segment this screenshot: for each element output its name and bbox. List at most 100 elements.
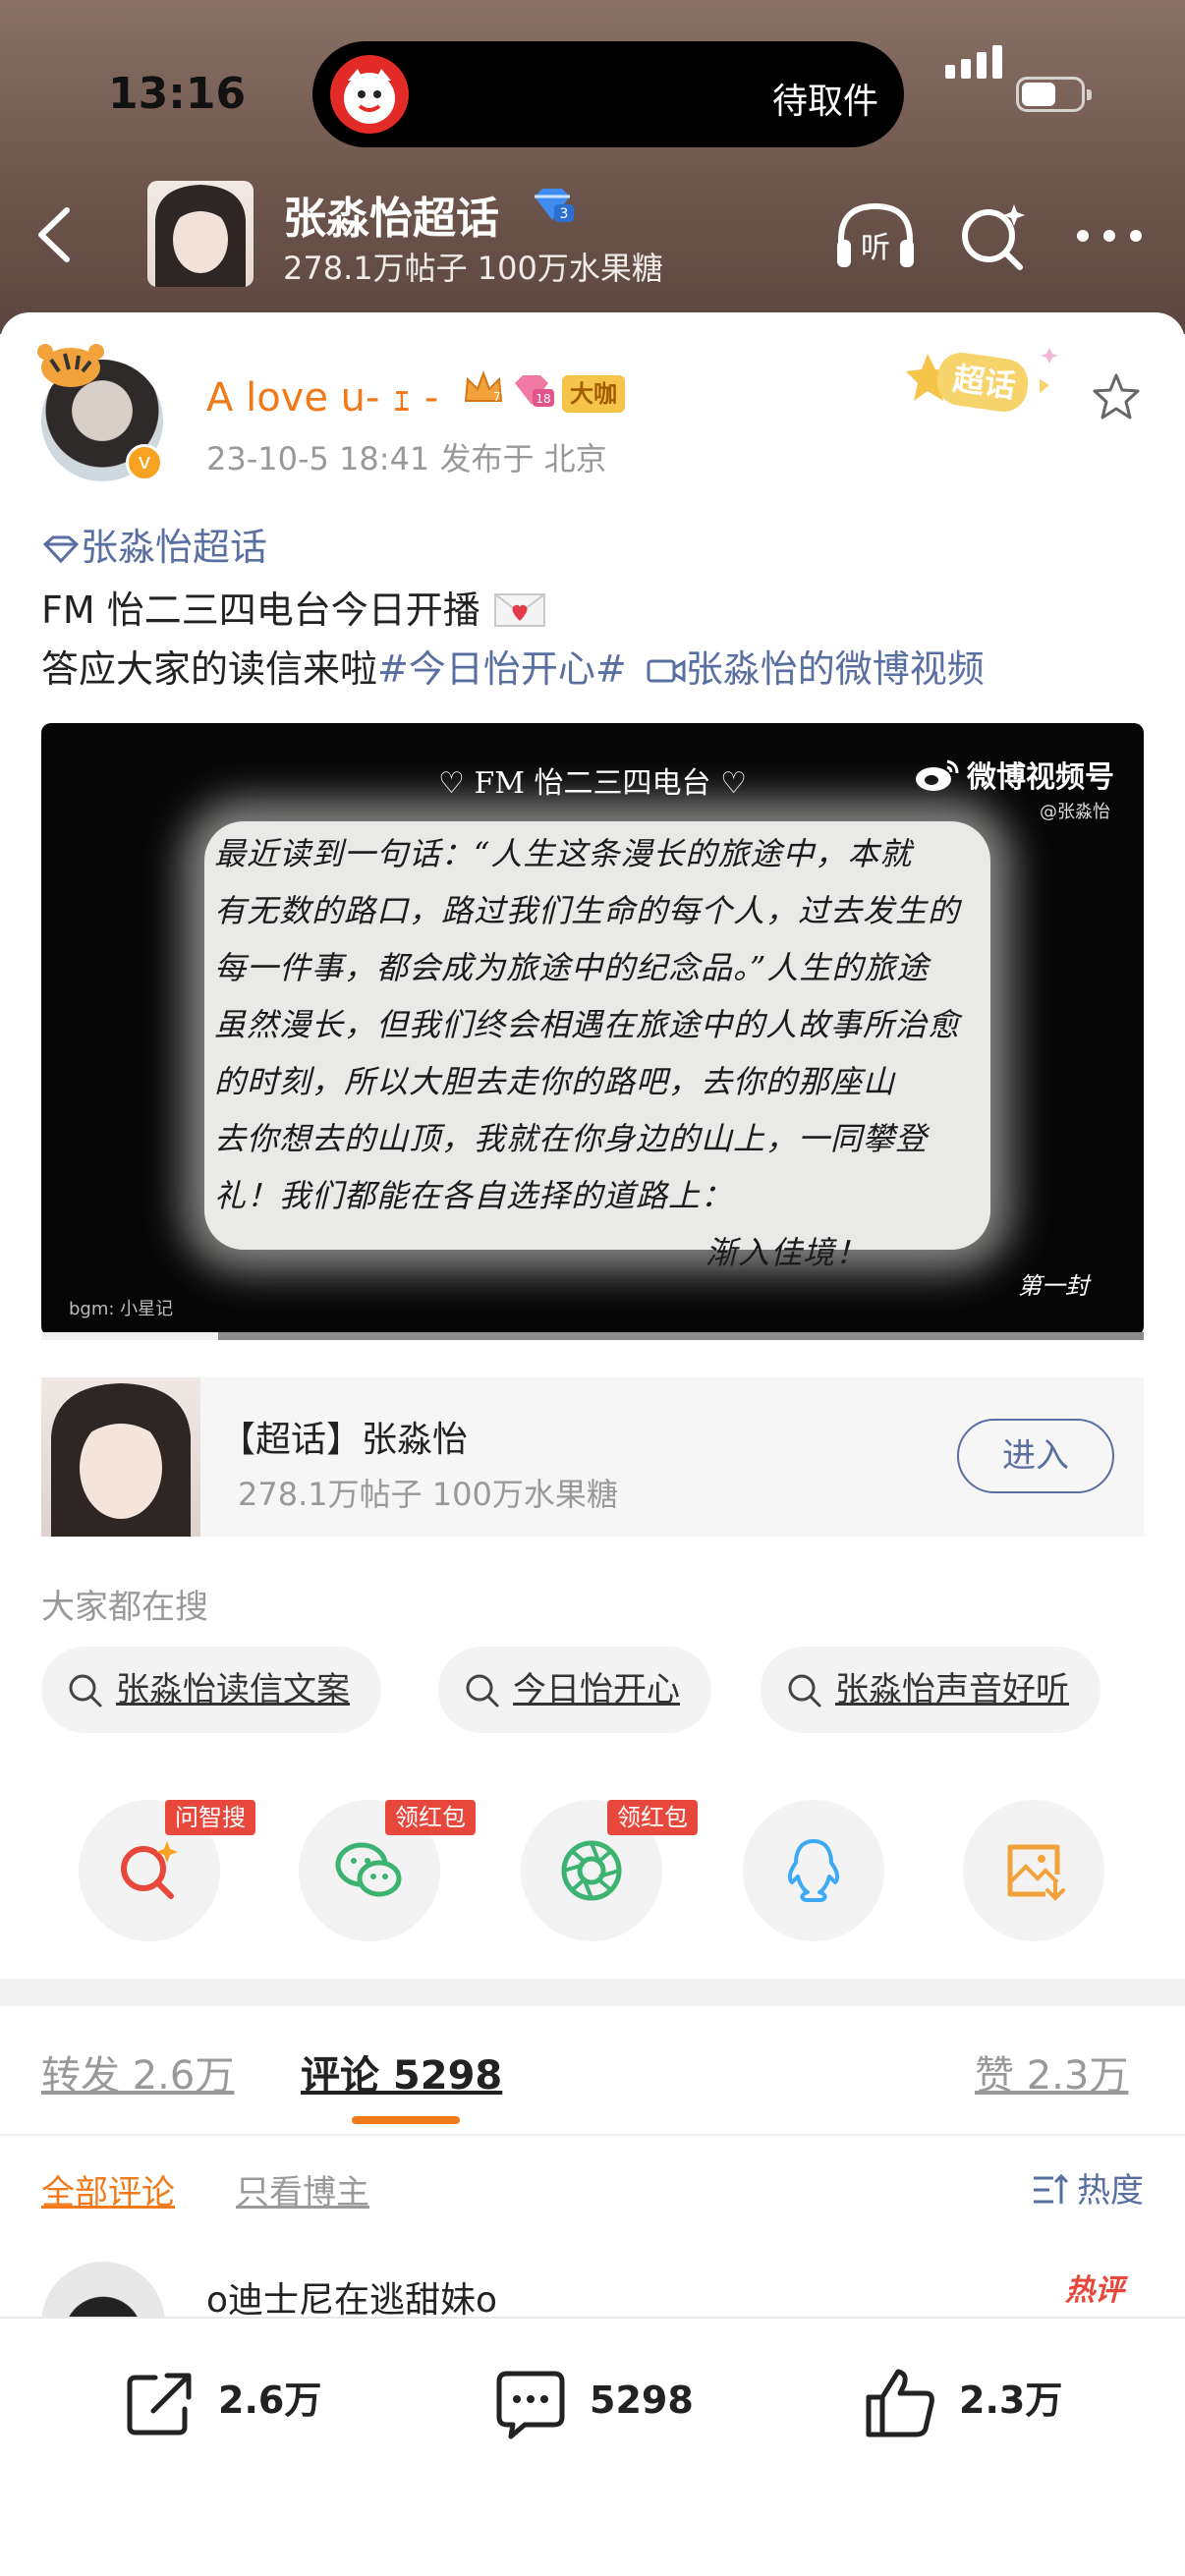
sort-icon — [1034, 2173, 1069, 2204]
video-player[interactable]: ♡ FM 怡二三四电台 ♡ 微博视频号 @张淼怡 最近读到一句话：“人生这条漫长… — [41, 723, 1144, 1336]
letter-line: 虽然漫长，但我们终会相遇在旅途中的人故事所治愈 — [214, 1006, 961, 1043]
video-sign-label: 第一封 — [1018, 1272, 1089, 1300]
verified-badge-icon: v — [126, 444, 163, 481]
video-camera-icon — [647, 659, 686, 683]
battery-icon — [1016, 77, 1092, 112]
love-letter-icon — [493, 593, 545, 627]
tiger-decoration-icon — [37, 344, 104, 387]
island-status-text: 待取件 — [771, 82, 878, 122]
hot-comment-badge: 热评 — [1065, 2273, 1124, 2308]
svg-text:7: 7 — [493, 390, 501, 404]
crown-icon: 7 — [464, 370, 503, 404]
letter-line: 渐入佳境！ — [705, 1234, 869, 1271]
chaohua-stamp-icon: 超话 — [906, 348, 1058, 413]
letter-line: 每一件事，都会成为旅途中的纪念品。”人生的旅途 — [214, 949, 930, 986]
section-divider — [0, 1979, 1185, 2006]
post-text-line2: 答应大家的读信来啦#今日怡开心# 张淼怡的微博视频 — [41, 639, 985, 693]
share-tag: 领红包 — [385, 1800, 476, 1835]
moments-icon — [561, 1840, 622, 1901]
weibo-logo-icon — [916, 759, 959, 791]
filter-author-only[interactable]: 只看博主 — [236, 2165, 369, 2213]
share-tag: 领红包 — [607, 1800, 698, 1835]
active-tab-indicator — [352, 2116, 460, 2124]
share-qq-button[interactable] — [743, 1800, 884, 1941]
search-chip-label: 张淼怡声音好听 — [835, 1670, 1069, 1709]
post-text-line2-text: 答应大家的读信来啦 — [41, 647, 378, 691]
dynamic-island[interactable]: 待取件 — [312, 41, 904, 147]
hashtag-link[interactable]: #今日怡开心# — [377, 647, 627, 691]
comment-bubble-icon — [496, 2371, 565, 2439]
weibo-video-brand-label: 微博视频号 — [967, 760, 1114, 795]
favorite-star-icon[interactable] — [1091, 371, 1142, 422]
post-text-line1-text: FM 怡二三四电台今日开播 — [41, 588, 480, 632]
everyone-search-label: 大家都在搜 — [41, 1588, 208, 1627]
like-count: 2.3万 — [959, 2379, 1063, 2422]
search-chip-label: 今日怡开心 — [513, 1670, 680, 1709]
like-action[interactable]: 2.3万 — [863, 2356, 1079, 2444]
repost-action[interactable]: 2.6万 — [122, 2356, 338, 2444]
tabs-divider — [0, 2134, 1185, 2136]
letter-line: 去你想去的山顶，我就在你身边的山上，一同攀登 — [214, 1120, 929, 1157]
filter-all-comments[interactable]: 全部评论 — [41, 2165, 175, 2213]
super-topic-thumbnail — [41, 1377, 200, 1537]
search-chip[interactable]: 今日怡开心 — [438, 1647, 711, 1733]
tab-repost[interactable]: 转发 2.6万 — [41, 2044, 234, 2100]
svg-text:3: 3 — [560, 206, 569, 222]
letter-line: 最近读到一句话：“人生这条漫长的旅途中，本就 — [214, 835, 913, 872]
listen-headphones-icon[interactable]: 听 — [833, 200, 918, 275]
back-arrow-icon[interactable] — [29, 200, 79, 269]
video-progress-fill — [41, 1332, 218, 1340]
weibo-video-brand: 微博视频号 — [914, 753, 1114, 796]
save-image-icon — [1007, 1844, 1065, 1901]
post-author-name[interactable]: A love u- ｪ - — [206, 365, 438, 422]
diamond-icon — [42, 535, 80, 564]
search-chip[interactable]: 张淼怡声音好听 — [761, 1647, 1100, 1733]
letter-line: 的时刻，所以大胆去走你的路吧，去你的那座山 — [214, 1063, 896, 1100]
wechat-icon — [335, 1842, 402, 1897]
member-level-badge-icon: 18 — [515, 375, 554, 407]
share-tag: 问智搜 — [165, 1800, 255, 1835]
svg-text:18: 18 — [536, 392, 550, 406]
super-topic-stats: 278.1万帖子 100万水果糖 — [238, 1476, 618, 1513]
share-arrow-icon — [127, 2373, 192, 2436]
letter-line: 有无数的路口，路过我们生命的每个人，过去发生的 — [214, 892, 961, 929]
ai-search-icon[interactable] — [957, 200, 1028, 271]
jd-app-icon — [330, 55, 409, 134]
super-topic-title: 【超话】张淼怡 — [220, 1420, 469, 1460]
search-chip-label: 张淼怡读信文案 — [116, 1670, 350, 1709]
search-icon — [788, 1674, 821, 1708]
video-bgm-label: bgm: 小星记 — [69, 1299, 174, 1319]
comment-count: 5298 — [590, 2379, 694, 2422]
topic-stats: 278.1万帖子 100万水果糖 — [283, 250, 663, 287]
dakai-badge: 大咖 — [562, 375, 625, 413]
tab-like[interactable]: 赞 2.3万 — [975, 2044, 1128, 2100]
svg-text:听: 听 — [861, 231, 890, 265]
comment-author-name[interactable]: o迪士尼在逃甜妹o — [206, 2271, 497, 2323]
post-meta: 23-10-5 18:41 发布于 北京 — [206, 440, 607, 477]
thumbs-up-icon — [866, 2369, 934, 2437]
super-topic-card[interactable]: 【超话】张淼怡 278.1万帖子 100万水果糖 进入 — [41, 1377, 1144, 1537]
post-text-line1: FM 怡二三四电台今日开播 — [41, 580, 547, 634]
topic-link-label: 张淼怡超话 — [81, 526, 268, 569]
share-save-image-button[interactable] — [963, 1800, 1104, 1941]
weibo-video-link[interactable]: 张淼怡的微博视频 — [686, 647, 985, 691]
repost-count: 2.6万 — [218, 2379, 322, 2422]
video-watermark: @张淼怡 — [1040, 802, 1110, 822]
topic-link[interactable]: 张淼怡超话 — [41, 517, 267, 571]
search-chip[interactable]: 张淼怡读信文案 — [41, 1647, 381, 1733]
enter-button[interactable]: 进入 — [957, 1419, 1114, 1493]
search-icon — [69, 1674, 102, 1708]
diamond-level-badge-icon: 3 — [535, 189, 574, 222]
letter-line: 礼！我们都能在各自选择的道路上： — [214, 1177, 734, 1214]
more-options-icon[interactable] — [1075, 226, 1144, 246]
sort-button[interactable]: 热度 — [1030, 2163, 1144, 2212]
sort-label: 热度 — [1077, 2171, 1144, 2211]
status-bar-time: 13:16 — [108, 69, 247, 119]
handwritten-letter: 最近读到一句话：“人生这条漫长的旅途中，本就 有无数的路口，路过我们生命的每个人… — [204, 821, 990, 1271]
search-icon — [466, 1674, 499, 1708]
topic-avatar[interactable] — [147, 181, 254, 287]
topic-title: 张淼怡超话 — [283, 194, 499, 244]
tab-comment[interactable]: 评论 5298 — [301, 2044, 502, 2100]
ai-search-icon — [121, 1841, 178, 1899]
comment-action[interactable]: 5298 — [493, 2356, 709, 2444]
